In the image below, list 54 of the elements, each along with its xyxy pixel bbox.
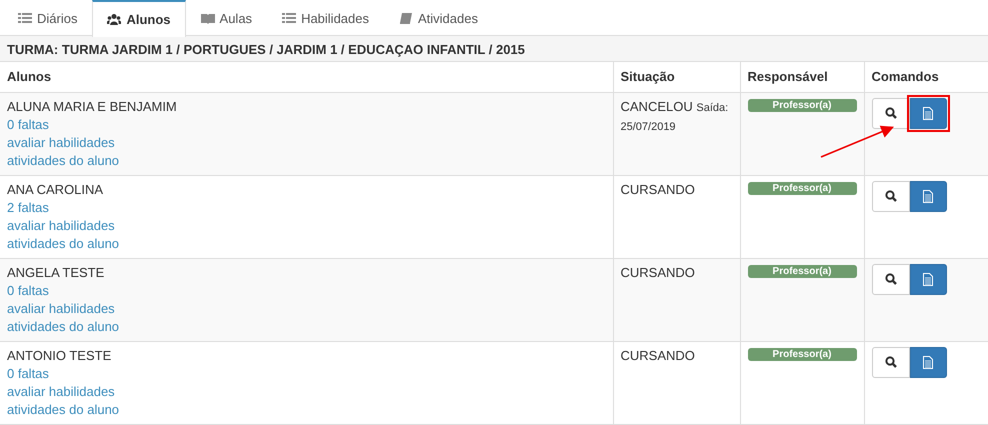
document-icon <box>923 190 933 202</box>
document-button[interactable] <box>910 264 946 294</box>
student-link[interactable]: atividades do aluno <box>7 152 120 170</box>
student-name: ANA CAROLINA <box>7 180 104 198</box>
document-icon <box>923 106 933 120</box>
role-label: Professor(a) <box>748 98 856 112</box>
search-icon <box>884 273 896 285</box>
student-link[interactable]: atividades do aluno <box>7 400 120 418</box>
document-button[interactable] <box>910 180 946 212</box>
document-icon <box>923 272 933 286</box>
student-link[interactable]: atividades do aluno <box>7 318 120 336</box>
student-link[interactable]: avaliar habilidades <box>7 216 115 234</box>
status-text: CURSANDO <box>620 180 695 198</box>
status-text: CANCELOU Saída: 25/07/2019 <box>620 98 730 134</box>
table-title: TURMA: TURMA JARDIM 1 / PORTUGUES / JARDIM 1 / EDUCAÇAO INFANTIL / 2015 <box>0 36 988 62</box>
student-link[interactable]: 0 faltas <box>7 282 49 300</box>
tab[interactable]: Diários <box>3 0 92 36</box>
student-link[interactable]: 0 faltas <box>7 116 49 134</box>
status-text: CURSANDO <box>620 346 695 364</box>
document-button[interactable] <box>910 346 946 378</box>
column-header: Situação <box>613 62 740 92</box>
column-header: Responsável <box>740 62 864 92</box>
users-icon <box>107 13 122 26</box>
student-name: ANTONIO TESTE <box>7 346 112 364</box>
tab[interactable]: Alunos <box>92 0 186 37</box>
search-icon <box>884 356 896 368</box>
role-label: Professor(a) <box>748 182 856 194</box>
student-link[interactable]: atividades do aluno <box>7 234 120 252</box>
search-icon <box>884 190 896 202</box>
search-button[interactable] <box>872 346 910 378</box>
student-link[interactable]: avaliar habilidades <box>7 134 115 152</box>
column-header: Alunos <box>0 62 613 92</box>
status-text: CURSANDO <box>620 264 695 282</box>
tab[interactable]: Habilidades <box>267 0 384 36</box>
role-label: Professor(a) <box>748 348 856 360</box>
open-book-icon <box>200 12 215 25</box>
student-link[interactable]: avaliar habilidades <box>7 382 115 400</box>
student-link[interactable]: avaliar habilidades <box>7 300 115 318</box>
tab[interactable]: Atividades <box>384 0 493 36</box>
column-header: Comandos <box>864 62 988 92</box>
list-icon <box>18 12 32 25</box>
search-button[interactable] <box>872 180 910 212</box>
book-icon <box>399 12 413 25</box>
search-button[interactable] <box>872 98 910 128</box>
role-label: Professor(a) <box>748 264 856 278</box>
student-link[interactable]: 0 faltas <box>7 364 49 382</box>
student-link[interactable]: 2 faltas <box>7 198 49 216</box>
student-name: ANGELA TESTE <box>7 264 104 282</box>
search-icon <box>884 107 896 119</box>
search-button[interactable] <box>872 264 910 294</box>
document-icon <box>923 356 933 368</box>
student-name: ALUNA MARIA E BENJAMIM <box>7 98 177 116</box>
tab[interactable]: Aulas <box>186 0 268 36</box>
list-icon <box>282 12 296 25</box>
